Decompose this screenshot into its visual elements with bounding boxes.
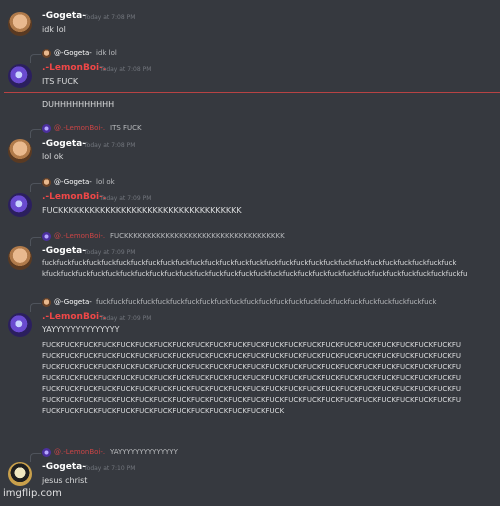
timestamp: Today at 7:09 PM bbox=[100, 315, 152, 322]
message-body: FUCKFUCKFUCKFUCKFUCKFUCKFUCKFUCKFUCKFUCK… bbox=[42, 340, 461, 417]
message-text: YAYYYYYYYYYYYYYY bbox=[42, 325, 120, 334]
reply-text: YAYYYYYYYYYYYYYY bbox=[110, 448, 178, 456]
avatar[interactable] bbox=[8, 246, 32, 270]
reply-author[interactable]: @-Gogeta- bbox=[54, 49, 92, 57]
message-text: ITS FUCK bbox=[42, 77, 79, 86]
avatar[interactable] bbox=[8, 12, 32, 36]
reply-text: FUCKKKKKKKKKKKKKKKKKKKKKKKKKKKKKKKKKKK bbox=[110, 232, 285, 240]
author-name[interactable]: .-LemonBoi-. bbox=[42, 192, 106, 202]
reply-text: fuckfuckfuckfuckfuckfuckfuckfuckfuckfuck… bbox=[96, 298, 437, 306]
message-text: fuckfuckfuckfuckfuckfuckfuckfuckfuckfuck… bbox=[42, 258, 467, 280]
reply-connector bbox=[30, 303, 41, 312]
reply-author[interactable]: @.-LemonBoi-. bbox=[54, 124, 105, 132]
message-text: jesus christ bbox=[42, 476, 88, 485]
reply-author[interactable]: @-Gogeta- bbox=[54, 298, 92, 306]
reply-connector bbox=[30, 183, 41, 192]
avatar[interactable] bbox=[8, 462, 32, 486]
reply-text: lol ok bbox=[96, 178, 115, 186]
message-line: FUCKFUCKFUCKFUCKFUCKFUCKFUCKFUCKFUCKFUCK… bbox=[42, 374, 461, 382]
message-line: FUCKFUCKFUCKFUCKFUCKFUCKFUCKFUCKFUCKFUCK… bbox=[42, 396, 461, 404]
message-text: lol ok bbox=[42, 152, 64, 161]
timestamp: Today at 7:08 PM bbox=[84, 142, 136, 149]
reply-text: idk lol bbox=[96, 49, 117, 57]
message-line: FUCKFUCKFUCKFUCKFUCKFUCKFUCKFUCKFUCKFUCK… bbox=[42, 385, 461, 393]
reply-author[interactable]: @.-LemonBoi-. bbox=[54, 232, 105, 240]
new-messages-divider bbox=[4, 92, 500, 93]
timestamp: Today at 7:08 PM bbox=[100, 66, 152, 73]
reply-connector bbox=[30, 453, 41, 462]
author-name[interactable]: -Gogeta- bbox=[42, 246, 86, 256]
reply-connector bbox=[30, 237, 41, 246]
avatar[interactable] bbox=[8, 313, 32, 337]
author-name[interactable]: -Gogeta- bbox=[42, 462, 86, 472]
reply-author[interactable]: @-Gogeta- bbox=[54, 178, 92, 186]
reply-avatar bbox=[42, 232, 51, 241]
reply-avatar bbox=[42, 124, 51, 133]
message-text: idk lol bbox=[42, 25, 66, 34]
author-name[interactable]: .-LemonBoi-. bbox=[42, 63, 106, 73]
reply-avatar bbox=[42, 448, 51, 457]
reply-avatar bbox=[42, 49, 51, 58]
imgflip-watermark: imgflip.com bbox=[3, 488, 62, 499]
message-text: FUCKKKKKKKKKKKKKKKKKKKKKKKKKKKKKKKKKKK bbox=[42, 206, 242, 215]
timestamp: Today at 7:08 PM bbox=[84, 14, 136, 21]
reply-author[interactable]: @.-LemonBoi-. bbox=[54, 448, 105, 456]
author-name[interactable]: .-LemonBoi-. bbox=[42, 312, 106, 322]
message-line: FUCKFUCKFUCKFUCKFUCKFUCKFUCKFUCKFUCKFUCK… bbox=[42, 407, 285, 415]
timestamp: Today at 7:09 PM bbox=[100, 195, 152, 202]
timestamp: Today at 7:09 PM bbox=[84, 249, 136, 256]
avatar[interactable] bbox=[8, 64, 32, 88]
author-name[interactable]: -Gogeta- bbox=[42, 11, 86, 21]
reply-avatar bbox=[42, 178, 51, 187]
chat-log: -Gogeta- Today at 7:08 PM idk lol @-Goge… bbox=[0, 0, 500, 506]
message-line: FUCKFUCKFUCKFUCKFUCKFUCKFUCKFUCKFUCKFUCK… bbox=[42, 363, 461, 371]
message-line: fuckfuckfuckfuckfuckfuckfuckfuckfuckfuck… bbox=[42, 259, 457, 267]
message-line: kfuckfuckfuckfuckfuckfuckfuckfuckfuckfuc… bbox=[42, 270, 468, 278]
author-name[interactable]: -Gogeta- bbox=[42, 139, 86, 149]
reply-text: ITS FUCK bbox=[110, 124, 142, 132]
avatar[interactable] bbox=[8, 139, 32, 163]
avatar[interactable] bbox=[8, 193, 32, 217]
message-text: DUHHHHHHHHHH bbox=[42, 100, 115, 109]
reply-connector bbox=[30, 54, 41, 63]
message-line: FUCKFUCKFUCKFUCKFUCKFUCKFUCKFUCKFUCKFUCK… bbox=[42, 341, 461, 349]
message-line: FUCKFUCKFUCKFUCKFUCKFUCKFUCKFUCKFUCKFUCK… bbox=[42, 352, 461, 360]
reply-connector bbox=[30, 129, 41, 138]
timestamp: Today at 7:10 PM bbox=[84, 465, 136, 472]
reply-avatar bbox=[42, 298, 51, 307]
